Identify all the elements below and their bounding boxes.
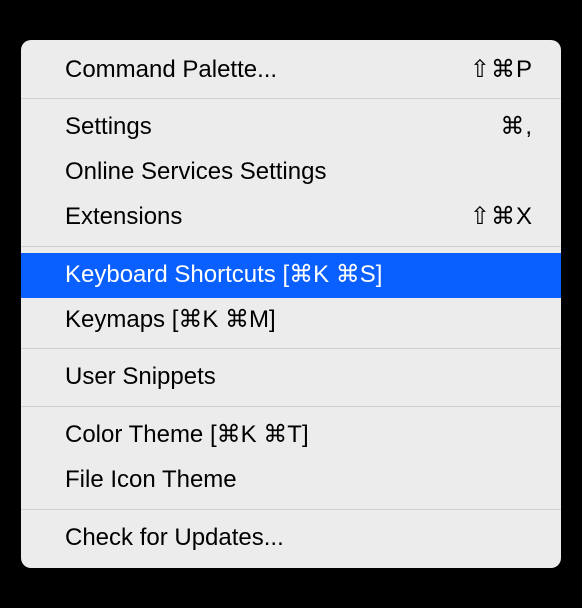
menu-item-label: Settings [65,110,152,145]
menu-item-shortcut: ⇧⌘X [470,200,533,235]
menu-item-label: File Icon Theme [65,463,237,498]
menu-item-label: Command Palette... [65,53,277,88]
menu-keymaps[interactable]: Keymaps [⌘K ⌘M] [21,298,561,343]
menu-item-shortcut: ⇧⌘P [470,53,533,88]
menu-item-shortcut: ⌘, [500,110,533,145]
menu-item-label: Color Theme [⌘K ⌘T] [65,418,309,453]
menu-keyboard-shortcuts[interactable]: Keyboard Shortcuts [⌘K ⌘S] [21,253,561,298]
menu-item-label: Check for Updates... [65,521,284,556]
menu-item-label: Keymaps [⌘K ⌘M] [65,303,276,338]
menu-item-label: Online Services Settings [65,155,326,190]
menu-separator [21,98,561,99]
menu-settings[interactable]: Settings ⌘, [21,105,561,150]
menu-user-snippets[interactable]: User Snippets [21,355,561,400]
menu-separator [21,509,561,510]
menu-extensions[interactable]: Extensions ⇧⌘X [21,195,561,240]
menu-file-icon-theme[interactable]: File Icon Theme [21,458,561,503]
menu-item-label: Extensions [65,200,182,235]
context-menu: Command Palette... ⇧⌘P Settings ⌘, Onlin… [21,40,561,569]
menu-item-label: User Snippets [65,360,216,395]
menu-online-services-settings[interactable]: Online Services Settings [21,150,561,195]
menu-separator [21,246,561,247]
menu-color-theme[interactable]: Color Theme [⌘K ⌘T] [21,413,561,458]
menu-separator [21,348,561,349]
menu-command-palette[interactable]: Command Palette... ⇧⌘P [21,48,561,93]
menu-check-updates[interactable]: Check for Updates... [21,516,561,561]
menu-separator [21,406,561,407]
menu-item-label: Keyboard Shortcuts [⌘K ⌘S] [65,258,382,293]
